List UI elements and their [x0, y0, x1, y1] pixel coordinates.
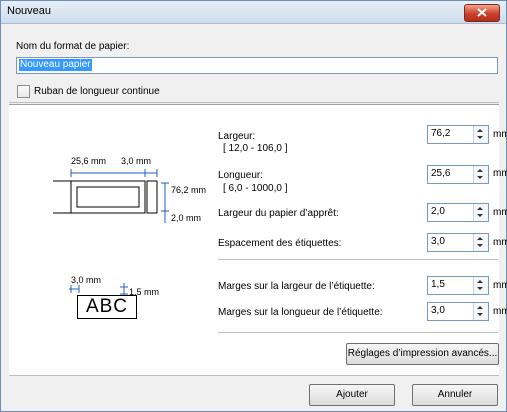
spacing-dimension: 3,0 mm — [121, 156, 152, 166]
length-range: [ 6,0 - 1000,0 ] — [223, 183, 288, 194]
label-spacing-label: Espacement des étiquettes: — [218, 238, 342, 249]
width-label: Largeur: — [218, 131, 256, 142]
liner-width-value: 2,0 — [431, 206, 445, 217]
width-stepper[interactable]: 76,2 — [427, 125, 489, 144]
label-spacing-unit: mm — [493, 237, 507, 248]
spin-up-icon[interactable] — [477, 129, 483, 132]
width-spin-arrows[interactable] — [473, 126, 488, 143]
paper-name-value: Nouveau papier — [19, 59, 92, 71]
spin-up-icon[interactable] — [477, 237, 483, 240]
paper-name-input[interactable]: Nouveau papier — [16, 57, 498, 74]
spin-up-icon[interactable] — [477, 207, 483, 210]
width-range: [ 12,0 - 106,0 ] — [223, 143, 288, 154]
spin-up-icon[interactable] — [477, 280, 483, 283]
length-margin-value: 3,0 — [431, 305, 445, 316]
length-margin-unit: mm — [493, 306, 507, 317]
length-margin-label: Marges sur la longueur de l’étiquette: — [218, 307, 383, 318]
divider — [9, 102, 499, 103]
length-margin-stepper[interactable]: 3,0 — [427, 302, 489, 321]
length-margin-spin-arrows[interactable] — [473, 303, 488, 320]
window-title: Nouveau — [7, 5, 52, 17]
add-button[interactable]: Ajouter — [309, 384, 395, 406]
length-value: 25,6 — [431, 168, 451, 179]
continuous-length-label[interactable]: Ruban de longueur continue — [34, 86, 160, 97]
label-spacing-spin-arrows[interactable] — [473, 234, 488, 251]
sample-label-abc: ABC — [77, 295, 137, 319]
spin-down-icon[interactable] — [477, 287, 483, 290]
length-unit: mm — [493, 168, 507, 179]
width-margin-stepper[interactable]: 1,5 — [427, 276, 489, 295]
spin-up-icon[interactable] — [477, 306, 483, 309]
advanced-divider — [218, 332, 498, 333]
width-value: 76,2 — [431, 128, 451, 139]
spin-down-icon[interactable] — [477, 244, 483, 247]
liner-width-label: Largeur du papier d’apprêt: — [218, 208, 339, 219]
width-margin-value: 1,5 — [431, 279, 445, 290]
spin-down-icon[interactable] — [477, 136, 483, 139]
bottom-divider — [9, 375, 499, 376]
close-button[interactable] — [464, 4, 500, 22]
liner-width-stepper[interactable]: 2,0 — [427, 203, 489, 222]
width-unit: mm — [493, 129, 507, 140]
label-spacing-value: 3,0 — [431, 236, 445, 247]
length-spin-arrows[interactable] — [473, 166, 488, 183]
title-bar[interactable]: Nouveau — [1, 1, 506, 24]
close-icon — [477, 8, 487, 17]
spin-up-icon[interactable] — [477, 169, 483, 172]
length-label: Longueur: — [218, 170, 264, 181]
dialog-window: Nouveau Nom du format de papier: Nouveau… — [0, 0, 507, 412]
width-margin-spin-arrows[interactable] — [473, 277, 488, 294]
advanced-settings-button[interactable]: Réglages d’impression avancés... — [346, 343, 499, 365]
width-margin-label: Marges sur la largeur de l’étiquette: — [218, 281, 375, 292]
spin-down-icon[interactable] — [477, 214, 483, 217]
liner-width-unit: mm — [493, 207, 507, 218]
label-spacing-stepper[interactable]: 3,0 — [427, 233, 489, 252]
liner-width-spin-arrows[interactable] — [473, 204, 488, 221]
continuous-length-checkbox[interactable] — [17, 85, 30, 98]
gap-dimension: 2,0 mm — [171, 213, 202, 223]
spin-down-icon[interactable] — [477, 176, 483, 179]
width-margin-unit: mm — [493, 280, 507, 291]
paper-name-label: Nom du format de papier: — [16, 41, 130, 52]
settings-panel: 25,6 mm 3,0 mm 76,2 mm 2,0 mm 3,0 mm 1,5… — [9, 104, 507, 375]
label-width-dimension: 25,6 mm — [71, 156, 107, 166]
spin-down-icon[interactable] — [477, 313, 483, 316]
label-height-dimension: 76,2 mm — [171, 185, 207, 195]
cancel-button[interactable]: Annuler — [412, 384, 498, 406]
length-stepper[interactable]: 25,6 — [427, 165, 489, 184]
fields-divider — [218, 259, 498, 260]
